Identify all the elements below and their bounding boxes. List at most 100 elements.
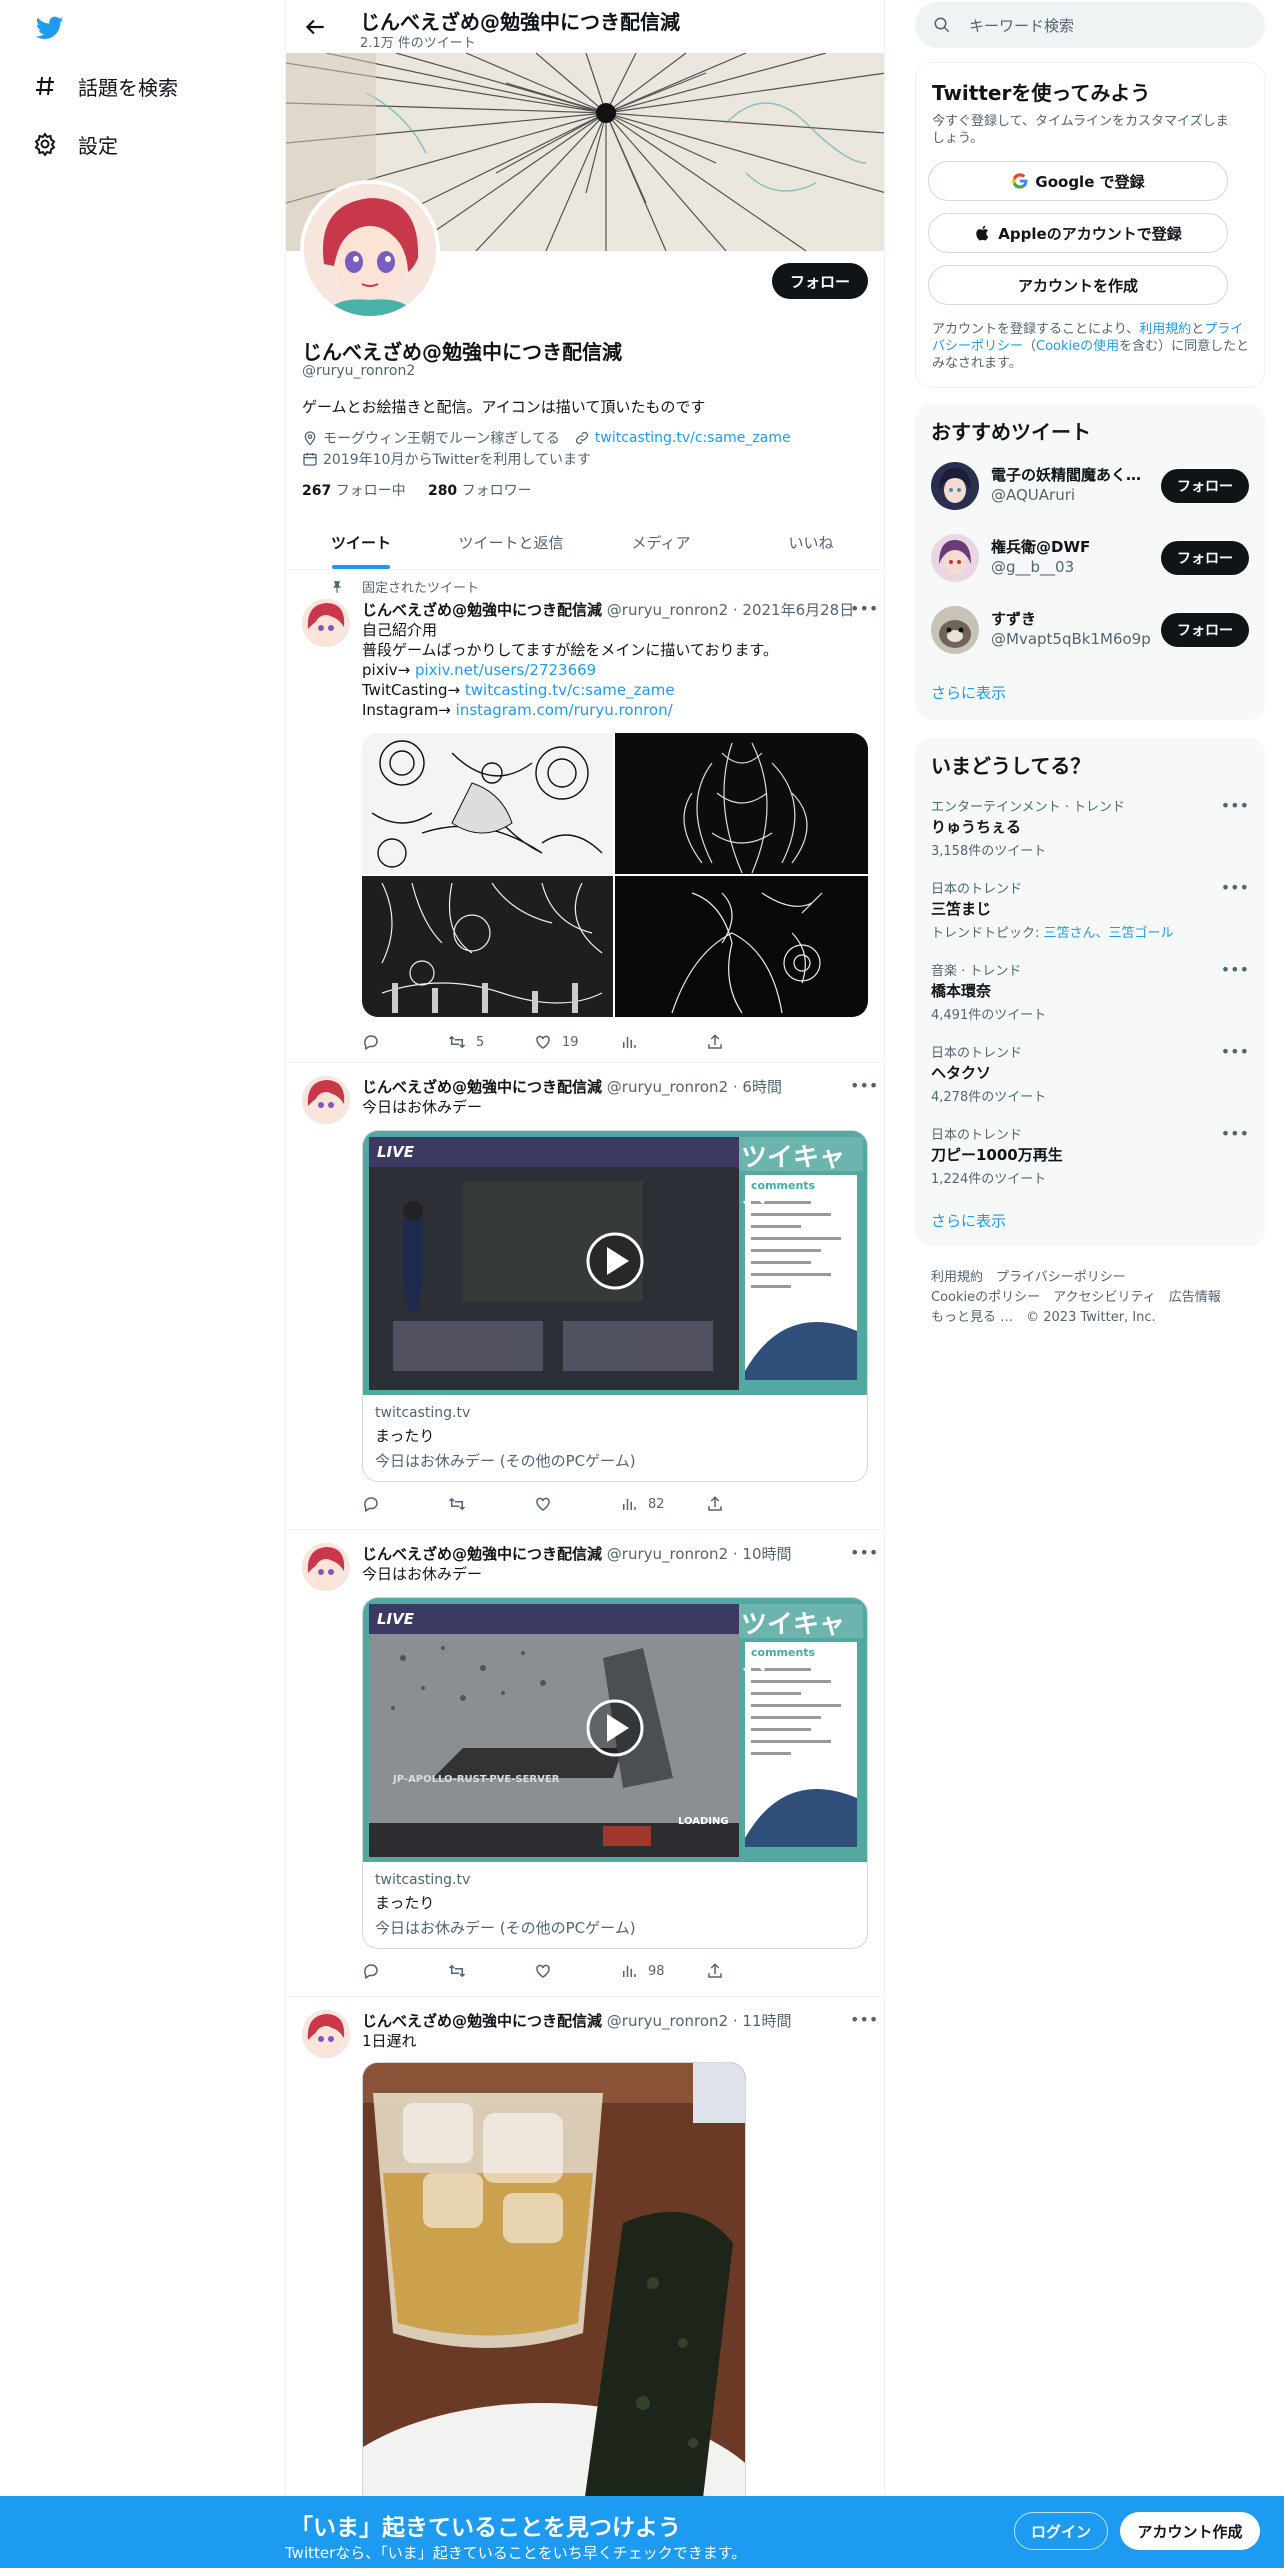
like-button[interactable] [534, 1494, 620, 1514]
rec-title: おすすめツイート [931, 420, 1091, 444]
follow-button[interactable]: フォロー [771, 263, 868, 299]
tweet-meta[interactable]: @ruryu_ronron2 · 10時間 [607, 1545, 792, 1563]
rec-follow-button[interactable]: フォロー [1161, 613, 1249, 647]
tweet-link-twitcasting[interactable]: twitcasting.tv/c:same_zame [465, 681, 675, 699]
play-icon[interactable] [588, 1234, 642, 1288]
retweet-button[interactable] [448, 1961, 534, 1981]
tweet-meta[interactable]: @ruryu_ronron2 · 2021年6月28日 [607, 601, 854, 619]
tweet[interactable]: じんべえざめ@勉強中につき配信減 @ruryu_ronron2 · 6時間 ••… [286, 1064, 884, 1530]
privacy-link[interactable]: バシーポリシー [932, 339, 1023, 354]
rec-name[interactable]: 電子の妖精閻魔あく… [991, 464, 1151, 485]
rec-avatar[interactable] [931, 534, 979, 582]
create-account-button[interactable]: アカウントを作成 [928, 265, 1228, 305]
reply-button[interactable] [362, 1032, 448, 1052]
login-button[interactable]: ログイン [1014, 2512, 1108, 2550]
tab-likes[interactable]: いいね [736, 516, 884, 569]
footer-links[interactable]: もっと見る … © 2023 Twitter, Inc. [931, 1306, 1156, 1325]
tweet-author[interactable]: じんべえざめ@勉強中につき配信減 [362, 2012, 602, 2030]
nav-settings[interactable]: 設定 [32, 124, 118, 164]
tweet-photo[interactable] [362, 2062, 746, 2568]
rec-avatar[interactable] [931, 606, 979, 654]
share-button[interactable] [706, 1961, 792, 1981]
followers-link[interactable]: 280 フォロワー [428, 483, 532, 499]
retweet-button[interactable] [448, 1494, 534, 1514]
more-icon[interactable]: ••• [1221, 878, 1249, 897]
trend-category: エンターテインメント · トレンド [931, 800, 1126, 815]
twitter-bird-icon[interactable] [34, 14, 66, 42]
trend-topic-link[interactable]: 三笘さん、三笘ゴール [1044, 926, 1174, 941]
tweet-avatar[interactable] [302, 2010, 350, 2058]
link-card[interactable]: twitcasting.tv まったり 今日はお休みデー (その他のPCゲーム) [362, 1395, 868, 1482]
share-button[interactable] [706, 1494, 792, 1514]
apple-signup-button[interactable]: Appleのアカウントで登録 [928, 213, 1228, 253]
link-card[interactable]: twitcasting.tv まったり 今日はお休みデー (その他のPCゲーム) [362, 1862, 868, 1949]
tab-tweets-replies[interactable]: ツイートと返信 [436, 516, 586, 569]
search-input[interactable]: キーワード検索 [915, 2, 1265, 48]
reply-button[interactable] [362, 1494, 448, 1514]
tweet-pinned[interactable]: 固定されたツイート じんべえざめ@勉強中につき配信減 @ruryu_ronron… [286, 571, 884, 1063]
trends-show-more[interactable]: さらに表示 [931, 1210, 1006, 1231]
rec-name[interactable]: すずき [991, 608, 1151, 629]
tweet-meta[interactable]: @ruryu_ronron2 · 11時間 [607, 2012, 792, 2030]
rec-show-more[interactable]: さらに表示 [931, 682, 1006, 703]
google-signup-button[interactable]: Google で登録 [928, 161, 1228, 201]
profile-link[interactable]: twitcasting.tv/c:same_zame [595, 430, 791, 446]
rec-follow-button[interactable]: フォロー [1161, 469, 1249, 503]
tab-tweets[interactable]: ツイート [286, 516, 436, 569]
more-icon[interactable]: ••• [1221, 796, 1249, 815]
trend-name[interactable]: りゅうちぇる [931, 816, 1021, 837]
tweet-meta[interactable]: @ruryu_ronron2 · 6時間 [607, 1078, 782, 1096]
play-icon[interactable] [588, 1701, 642, 1755]
tweet-image-3[interactable] [362, 876, 613, 1017]
more-icon[interactable]: ••• [1221, 1124, 1249, 1143]
more-icon[interactable]: ••• [850, 599, 878, 619]
stream-preview[interactable]: LIVE ツイキャス comments JP-APOLLO-RUST-PVE-S… [362, 1597, 868, 1862]
nav-explore[interactable]: 話題を検索 [32, 66, 178, 106]
more-icon[interactable]: ••• [1221, 960, 1249, 979]
terms-link[interactable]: 利用規約 [1139, 322, 1191, 337]
signup-button[interactable]: アカウント作成 [1120, 2512, 1260, 2550]
privacy-link-start[interactable]: プライ [1204, 322, 1243, 337]
following-link[interactable]: 267 フォロー中 [302, 483, 406, 499]
tweet-avatar[interactable] [302, 1543, 350, 1591]
cookie-link[interactable]: Cookieの使用 [1036, 339, 1119, 354]
tweet-avatar[interactable] [302, 1076, 350, 1124]
trend-name[interactable]: 橋本環奈 [931, 980, 991, 1001]
tweet[interactable]: じんべえざめ@勉強中につき配信減 @ruryu_ronron2 · 10時間 •… [286, 1531, 884, 1997]
rec-follow-button[interactable]: フォロー [1161, 541, 1249, 575]
tweet-author[interactable]: じんべえざめ@勉強中につき配信減 [362, 1078, 602, 1096]
retweet-button[interactable]: 5 [448, 1032, 534, 1052]
like-button[interactable] [534, 1961, 620, 1981]
tweet-image-1[interactable] [362, 733, 613, 874]
tweet-avatar[interactable] [302, 599, 350, 647]
footer-links[interactable]: Cookieのポリシー アクセシビリティ 広告情報 [931, 1286, 1221, 1305]
tweet-image-2[interactable] [615, 733, 868, 874]
like-button[interactable]: 19 [534, 1032, 620, 1052]
profile-avatar[interactable] [300, 180, 440, 320]
more-icon[interactable]: ••• [850, 1543, 878, 1563]
rec-avatar[interactable] [931, 462, 979, 510]
tweet[interactable]: じんべえざめ@勉強中につき配信減 @ruryu_ronron2 · 11時間 •… [286, 1998, 884, 2568]
views-button[interactable] [620, 1032, 706, 1052]
trend-name[interactable]: 三笘まじ [931, 898, 991, 919]
tab-media[interactable]: メディア [586, 516, 736, 569]
bar-chart-icon [623, 1965, 636, 1977]
trend-name[interactable]: 刀ピー1000万再生 [931, 1144, 1063, 1165]
trend-name[interactable]: ヘタクソ [931, 1062, 991, 1083]
more-icon[interactable]: ••• [850, 1076, 878, 1096]
rec-name[interactable]: 権兵衛@DWF [991, 536, 1151, 557]
more-icon[interactable]: ••• [850, 2010, 878, 2030]
tweet-image-4[interactable] [615, 876, 868, 1017]
tweet-link-pixiv[interactable]: pixiv.net/users/2723669 [415, 661, 596, 679]
reply-button[interactable] [362, 1961, 448, 1981]
more-icon[interactable]: ••• [1221, 1042, 1249, 1061]
share-button[interactable] [706, 1032, 792, 1052]
tweet-author[interactable]: じんべえざめ@勉強中につき配信減 [362, 601, 602, 619]
tweet-link-instagram[interactable]: instagram.com/ruryu.ronron/ [456, 701, 673, 719]
stream-preview[interactable]: LIVE ツイキャス comments [362, 1130, 868, 1395]
back-arrow-icon[interactable] [302, 14, 328, 40]
footer-links[interactable]: 利用規約 プライバシーポリシー [931, 1266, 1126, 1285]
tweet-author[interactable]: じんべえざめ@勉強中につき配信減 [362, 1545, 602, 1563]
views-button[interactable]: 98 [620, 1961, 706, 1981]
views-button[interactable]: 82 [620, 1494, 706, 1514]
